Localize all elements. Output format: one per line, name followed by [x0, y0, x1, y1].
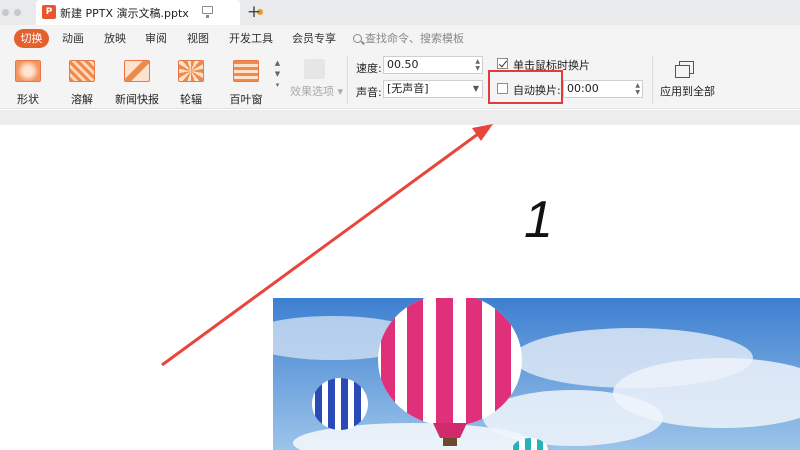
annotation-arrow: [161, 124, 493, 367]
